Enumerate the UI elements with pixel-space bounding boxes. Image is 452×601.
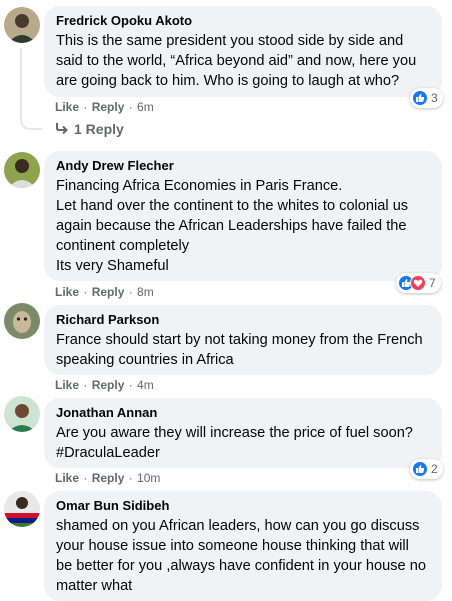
timestamp[interactable]: 4m: [137, 378, 154, 392]
reaction-count: 7: [429, 276, 436, 290]
reaction-summary[interactable]: 2: [410, 459, 443, 479]
reply-arrow-icon: [55, 121, 69, 137]
timestamp[interactable]: 10m: [137, 471, 160, 485]
like-icon: [412, 461, 428, 477]
avatar[interactable]: [4, 152, 40, 188]
reply-link[interactable]: Reply: [92, 100, 125, 114]
like-link[interactable]: Like: [55, 471, 79, 485]
comment-text: shamed on you African leaders, how can y…: [56, 518, 426, 594]
comment-text: France should start by not taking money …: [56, 332, 423, 368]
avatar[interactable]: [4, 7, 40, 43]
reaction-count: 3: [431, 91, 438, 105]
reaction-count: 2: [431, 462, 438, 476]
comment-bubble: Omar Bun Sidibeh shamed on you African l…: [44, 491, 442, 601]
reply-link[interactable]: Reply: [92, 285, 125, 299]
reaction-summary[interactable]: 3: [410, 88, 443, 108]
view-replies-link[interactable]: 1 Reply: [55, 121, 124, 137]
comment-actions: Like · Reply · 8m: [55, 285, 154, 299]
comment-bubble: Jonathan Annan Are you aware they will i…: [44, 398, 442, 468]
comment-text: Financing Africa Economies in Paris Fran…: [56, 178, 409, 274]
like-link[interactable]: Like: [55, 100, 79, 114]
like-link[interactable]: Like: [55, 378, 79, 392]
avatar[interactable]: [4, 396, 40, 432]
comment-author[interactable]: Fredrick Opoku Akoto: [56, 13, 430, 29]
comment-bubble: Andy Drew Flecher Financing Africa Econo…: [44, 151, 442, 281]
comment-actions: Like · Reply · 6m: [55, 100, 154, 114]
comment-text: Are you aware they will increase the pri…: [56, 423, 430, 463]
comment-bubble: Fredrick Opoku Akoto This is the same pr…: [44, 6, 442, 97]
comment-author[interactable]: Andy Drew Flecher: [56, 158, 430, 174]
like-icon: [412, 90, 428, 106]
reaction-summary[interactable]: 7: [396, 273, 441, 293]
comment-author[interactable]: Richard Parkson: [56, 312, 430, 328]
timestamp[interactable]: 8m: [137, 285, 154, 299]
avatar[interactable]: [4, 303, 40, 339]
comment-bubble: Richard Parkson France should start by n…: [44, 305, 442, 375]
reply-link[interactable]: Reply: [92, 471, 125, 485]
comment-actions: Like · Reply · 4m: [55, 378, 154, 392]
timestamp[interactable]: 6m: [137, 100, 154, 114]
hashtag-link[interactable]: #DraculaLeader: [56, 443, 430, 463]
comment-author[interactable]: Omar Bun Sidibeh: [56, 498, 430, 514]
comment-author[interactable]: Jonathan Annan: [56, 405, 430, 421]
love-icon: [410, 275, 426, 291]
comment-text: This is the same president you stood sid…: [56, 33, 417, 89]
avatar[interactable]: [4, 491, 40, 527]
reply-link[interactable]: Reply: [92, 378, 125, 392]
like-link[interactable]: Like: [55, 285, 79, 299]
comment-actions: Like · Reply · 10m: [55, 471, 161, 485]
replies-label: 1 Reply: [74, 121, 124, 137]
thread-line: [20, 48, 42, 130]
